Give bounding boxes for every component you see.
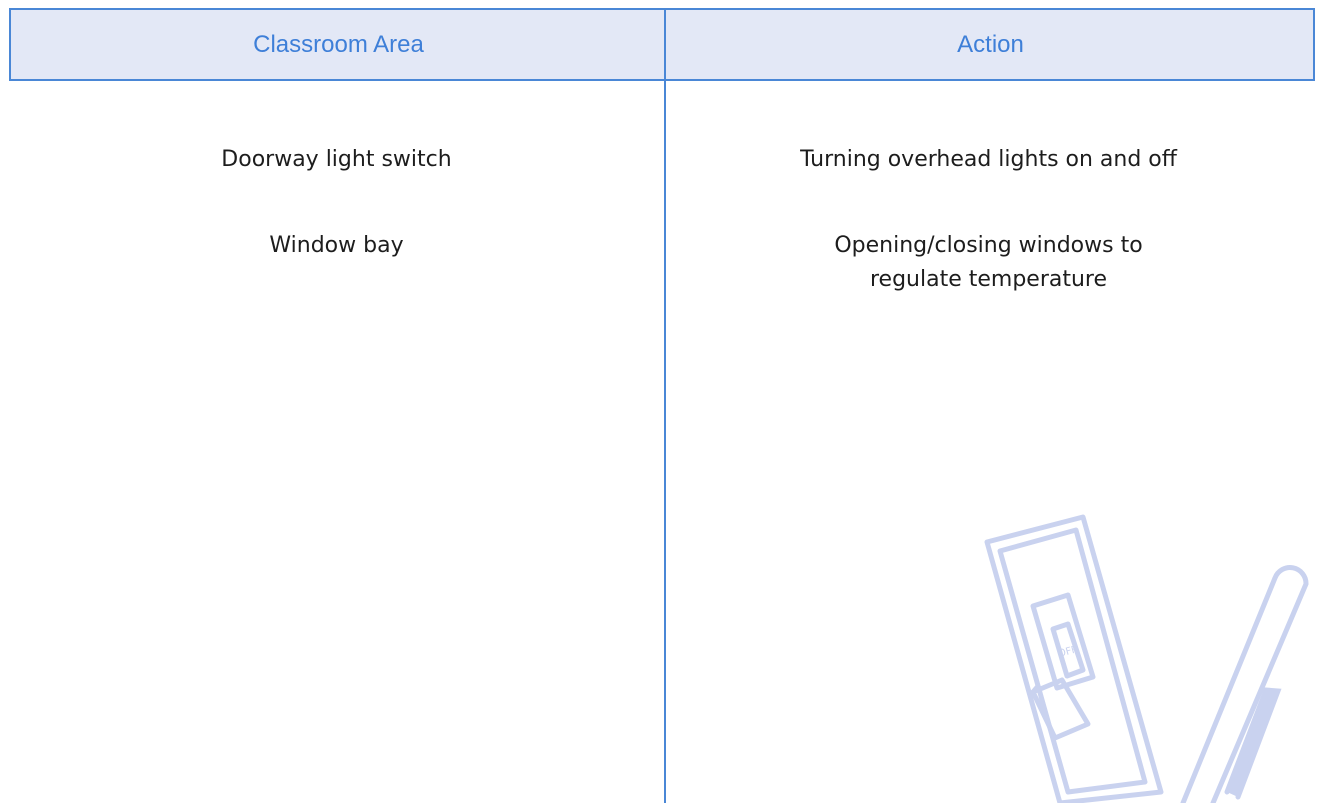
row-2-action-line-2: regulate temperature — [869, 267, 1108, 292]
switch-thermometer-illustration: OFF — [984, 514, 1309, 803]
header-classroom-area: Classroom Area — [253, 30, 424, 58]
row-1-action: Turning overhead lights on and off — [800, 147, 1177, 172]
row-2-area: Window bay — [269, 233, 404, 258]
header-action: Action — [957, 30, 1024, 58]
row-1-area: Doorway light switch — [221, 147, 452, 172]
thermometer-icon — [1180, 565, 1309, 803]
light-switch-icon: OFF — [984, 514, 1164, 803]
column-divider — [664, 8, 666, 803]
row-2-action-line-1: Opening/closing windows to — [834, 233, 1143, 258]
row-2-action: Opening/closing windows to regulate temp… — [666, 229, 1311, 297]
table-header-row: Classroom Area Action — [9, 8, 1315, 81]
